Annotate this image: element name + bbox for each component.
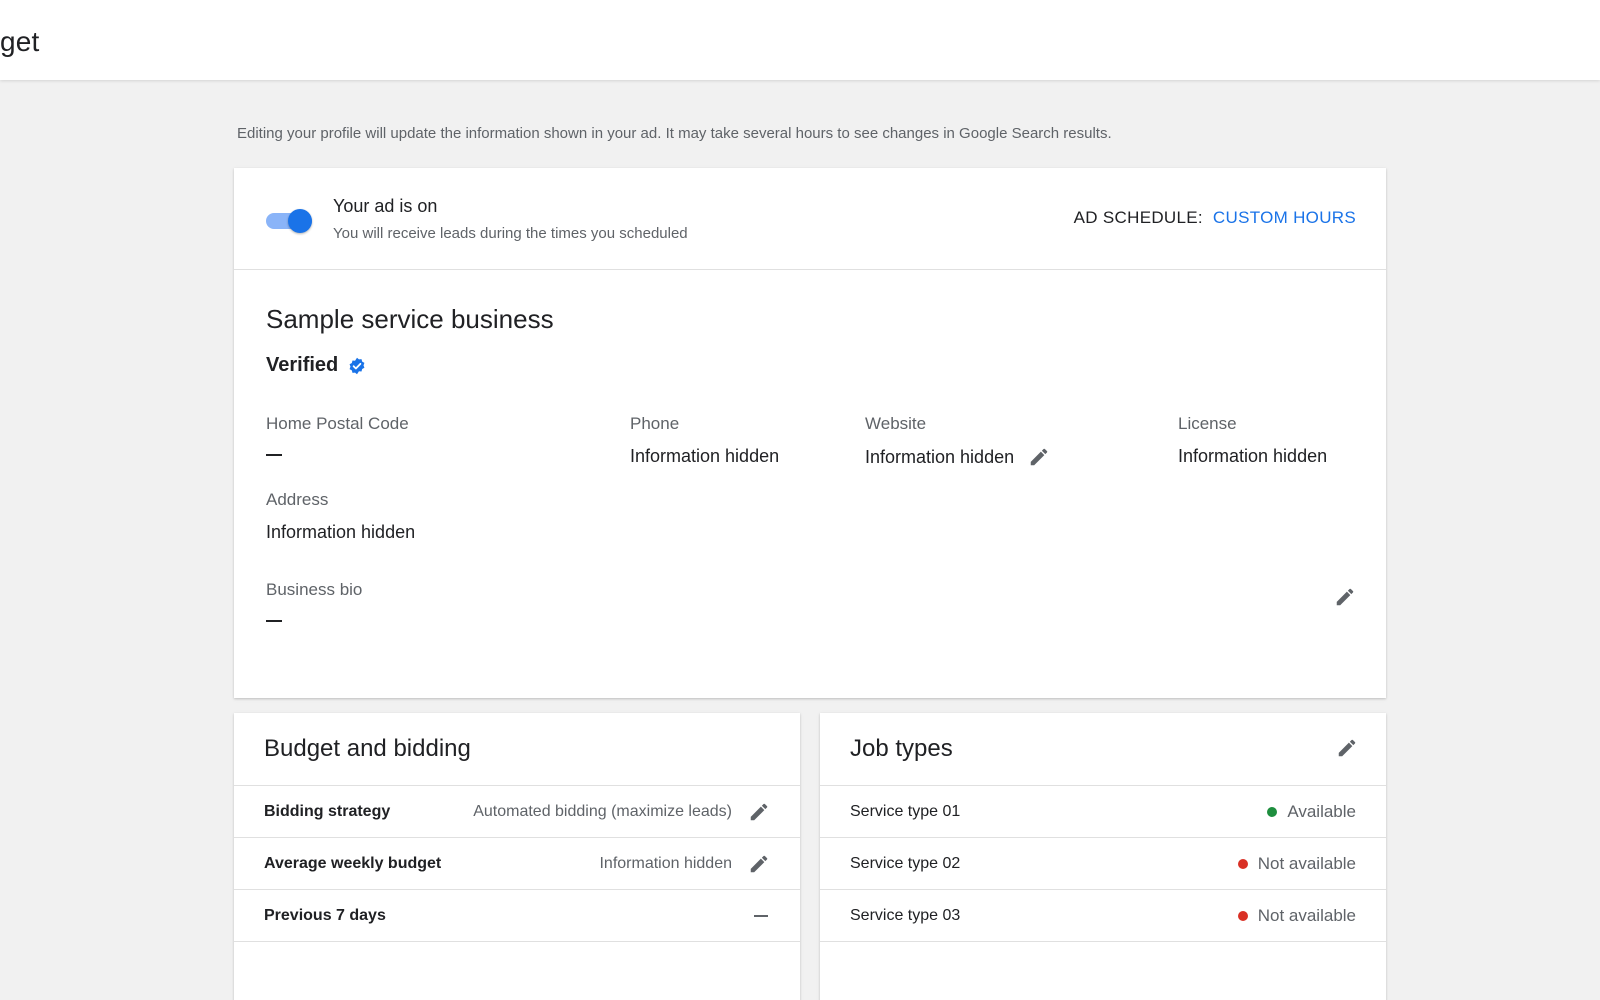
phone-field: Phone Information hidden <box>630 414 779 467</box>
address-field: Address Information hidden <box>266 490 415 543</box>
jobs-card-title: Job types <box>850 735 953 762</box>
previous-7-days-row: Previous 7 days <box>234 890 800 942</box>
job-type-row: Service type 02 Not available <box>820 838 1386 890</box>
bidding-strategy-value-group: Automated bidding (maximize leads) <box>473 801 770 823</box>
empty-value-dash <box>754 914 768 917</box>
empty-value-dash <box>266 454 282 456</box>
page-title: get <box>0 26 40 57</box>
job-type-label: Service type 01 <box>850 802 961 820</box>
weekly-budget-value-group: Information hidden <box>599 853 770 875</box>
job-types-card: Job types Service type 01 Available Serv… <box>820 713 1386 1000</box>
business-name: Sample service business <box>266 304 554 334</box>
bidding-strategy-value: Automated bidding (maximize leads) <box>473 802 732 820</box>
budget-card-title: Budget and bidding <box>264 735 471 762</box>
verified-status: Verified <box>266 354 366 377</box>
address-label: Address <box>266 490 329 509</box>
business-profile-card: Your ad is on You will receive leads dur… <box>234 168 1386 698</box>
job-type-availability: Not available <box>1237 853 1356 874</box>
available-status-dot <box>1267 806 1278 817</box>
postal-code-label: Home Postal Code <box>266 414 409 433</box>
verified-label: Verified <box>266 354 339 376</box>
edit-weekly-budget-icon[interactable] <box>748 853 770 875</box>
business-bio-label: Business bio <box>266 580 363 599</box>
job-type-row: Service type 03 Not available <box>820 890 1386 942</box>
empty-value-dash <box>266 620 282 622</box>
edit-bidding-strategy-icon[interactable] <box>748 801 770 823</box>
job-type-availability: Not available <box>1237 905 1356 926</box>
business-bio-field: Business bio <box>266 580 362 622</box>
ad-on-toggle[interactable] <box>266 206 314 234</box>
business-bio-value <box>266 612 362 622</box>
website-value: Information hidden <box>865 446 1015 467</box>
job-type-label: Service type 03 <box>850 906 961 924</box>
edit-job-types-icon[interactable] <box>1336 737 1358 759</box>
weekly-budget-label: Average weekly budget <box>264 854 442 872</box>
ad-status-title: Your ad is on <box>333 196 438 216</box>
address-value: Information hidden <box>266 522 416 542</box>
ad-schedule-label: AD SCHEDULE: <box>1073 208 1203 227</box>
website-value-row: Information hidden <box>865 446 1050 468</box>
edit-website-icon[interactable] <box>1028 446 1050 468</box>
license-label: License <box>1178 414 1237 433</box>
license-value: Information hidden <box>1178 446 1328 466</box>
budget-card-header: Budget and bidding <box>234 713 800 786</box>
job-type-availability: Available <box>1267 802 1356 822</box>
unavailable-status-dot <box>1237 858 1248 869</box>
availability-text: Not available <box>1257 905 1356 925</box>
ad-schedule: AD SCHEDULE: CUSTOM HOURS <box>1074 208 1356 228</box>
ad-status-row: Your ad is on You will receive leads dur… <box>234 168 1386 270</box>
unavailable-status-dot <box>1237 910 1248 921</box>
bidding-strategy-label: Bidding strategy <box>264 802 391 820</box>
edit-business-bio-icon[interactable] <box>1334 586 1356 608</box>
bidding-strategy-row: Bidding strategy Automated bidding (maxi… <box>234 786 800 838</box>
job-type-label: Service type 02 <box>850 854 961 872</box>
budget-bidding-card: Budget and bidding Bidding strategy Auto… <box>234 713 800 1000</box>
profile-edit-notice: Editing your profile will update the inf… <box>237 125 1112 142</box>
custom-hours-link[interactable]: CUSTOM HOURS <box>1213 208 1356 228</box>
website-label: Website <box>865 414 927 433</box>
weekly-budget-row: Average weekly budget Information hidden <box>234 838 800 890</box>
ad-status-subtitle: You will receive leads during the times … <box>333 225 688 242</box>
postal-code-value <box>266 446 409 456</box>
previous-7-days-value <box>754 914 770 917</box>
top-app-bar: get <box>0 0 1600 80</box>
phone-value: Information hidden <box>630 446 780 466</box>
phone-label: Phone <box>630 414 680 433</box>
previous-7-days-label: Previous 7 days <box>264 906 386 924</box>
postal-code-field: Home Postal Code <box>266 414 409 456</box>
verified-badge-icon <box>349 357 365 374</box>
availability-text: Not available <box>1257 853 1356 873</box>
weekly-budget-value: Information hidden <box>599 854 732 872</box>
license-field: License Information hidden <box>1178 414 1327 467</box>
jobs-card-header: Job types <box>820 713 1386 786</box>
job-type-row: Service type 01 Available <box>820 786 1386 838</box>
toggle-thumb <box>288 209 312 233</box>
availability-text: Available <box>1287 801 1356 821</box>
website-field: Website Information hidden <box>865 414 1050 468</box>
